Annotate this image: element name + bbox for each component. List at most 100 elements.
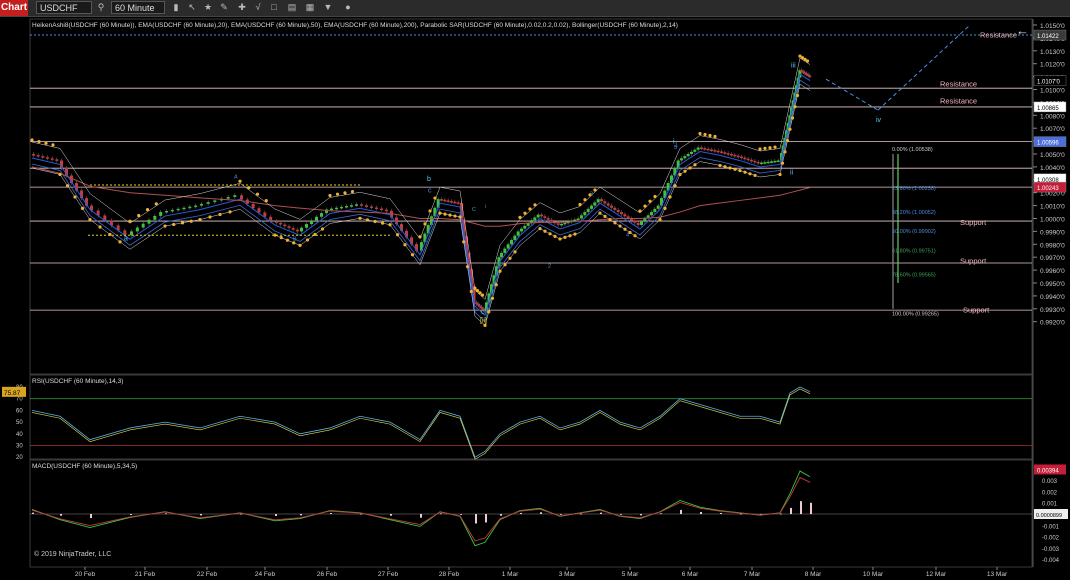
rsi-tick-label: 20 [16,455,23,461]
parabolic-sar-dot [568,234,572,238]
price-tick-label: 0.9990'0 [1040,229,1065,236]
candle-body [623,214,627,217]
candle-body [450,201,453,203]
candle-body [723,152,727,154]
candle-body [206,202,210,204]
parabolic-sar-dot [648,199,652,203]
parabolic-sar-dot [693,163,697,167]
parabolic-sar-dot [198,218,202,222]
indicators-icon[interactable]: ▦ [304,1,316,14]
level-label: Support [960,257,987,266]
candle-body [746,158,750,161]
x-axis-label: 27 Feb [378,571,399,578]
rsi-header: RSI(USDCHF (60 Minute),14,3) [32,378,123,385]
wave-label: [ii] [480,317,487,324]
parabolic-sar-dot [388,223,392,227]
parabolic-sar-dot [523,211,527,215]
price-flag-label: 1.01422 [1037,34,1059,40]
wave-label: iii [791,63,796,70]
parabolic-sar-dot [473,286,477,290]
rsi-tick-label: 50 [16,420,23,426]
candle-body [513,235,517,240]
chart-tab[interactable]: Chart [0,0,28,16]
candle-body [287,226,291,228]
candle-body [710,149,713,151]
macd-histogram-bar [640,514,642,516]
x-axis-label: 20 Feb [75,571,96,578]
instrument-selector[interactable]: USDCHF [36,1,92,14]
parabolic-sar-dot [583,198,587,202]
candle-body [295,229,299,232]
parabolic-sar-dot [753,173,757,178]
price-tick-label: 1.0100'0 [1040,88,1065,95]
bar-type-icon[interactable]: ▮ [170,1,182,14]
drawing-tools-icon[interactable]: √ [252,1,264,14]
macd-histogram-bar [330,512,332,514]
candle-body [703,148,707,150]
candle-body [610,205,613,208]
price-flag-label: 1.00243 [1037,186,1059,192]
parabolic-sar-dot [558,237,562,241]
parabolic-sar-dot [783,150,787,154]
candle-body [350,205,353,207]
parabolic-sar-dot [788,127,792,131]
parabolic-sar-dot [668,195,672,199]
x-axis-label: 10 Mar [863,571,884,578]
candle-body [456,202,460,204]
x-axis-label: 28 Feb [439,571,460,578]
parabolic-sar-dot [683,169,687,173]
candle-body [503,248,507,253]
candle-body [736,155,740,158]
candle-body [355,204,358,206]
parabolic-sar-dot [738,168,742,173]
interval-selector[interactable]: 60 Minute [111,1,165,14]
wave-label: a [124,235,128,242]
parabolic-sar-dot [785,138,790,143]
price-chart[interactable]: HeikenAshi8(USDCHF (60 Minute)), EMA(USD… [0,17,1070,580]
wave-label: 3 [590,191,593,197]
x-axis-label: 6 Mar [682,571,699,578]
strategy-icon[interactable]: ▤ [286,1,298,14]
wave-label: i [485,204,486,210]
fib-level-label: 0.00% (1.00538) [892,147,933,153]
parabolic-sar-dot [228,210,232,214]
price-flag-label: 1.00596 [1037,141,1059,147]
parabolic-sar-dot [428,209,432,213]
pointer-icon[interactable]: ↖ [186,1,198,14]
copyright-text: © 2019 NinjaTrader, LLC [34,550,111,558]
candle-body [606,203,610,206]
parabolic-sar-dot [490,296,495,300]
macd-histogram-bar [200,514,202,516]
parabolic-sar-dot [728,166,732,170]
magnifier-icon[interactable]: ★ [202,1,214,14]
templates-icon[interactable]: ▼ [322,1,334,14]
candle-body [750,159,753,162]
crosshair-icon[interactable]: ✚ [236,1,248,14]
parabolic-sar-dot [678,172,682,177]
back-arrow-icon[interactable]: ← [1016,23,1029,38]
candle-body [613,207,617,210]
wave-label: C [472,207,476,213]
parabolic-sar-dot [320,227,325,231]
macd-panel [29,459,1033,568]
parabolic-sar-dot [513,250,517,254]
search-icon[interactable]: ⚲ [95,1,107,14]
rsi-tick-label: 30 [16,444,23,450]
pen-icon[interactable]: ✎ [218,1,230,14]
macd-histogram-bar [700,511,702,514]
attach-icon[interactable]: ● [342,1,354,14]
macd-histogram-bar [460,514,462,515]
candle-body [478,305,482,307]
parabolic-sar-dot [264,199,268,203]
properties-icon[interactable]: □ [268,1,280,14]
candle-body [506,244,510,249]
candle-body [760,162,763,165]
parabolic-sar-dot [503,263,507,267]
wave-label: ii [790,170,794,177]
macd-histogram-bar [500,514,502,516]
candle-body [696,147,700,150]
macd-tick-label: -0.004 [1042,558,1060,564]
candle-body [763,162,767,164]
candle-body [556,223,560,225]
candle-body [656,205,660,209]
